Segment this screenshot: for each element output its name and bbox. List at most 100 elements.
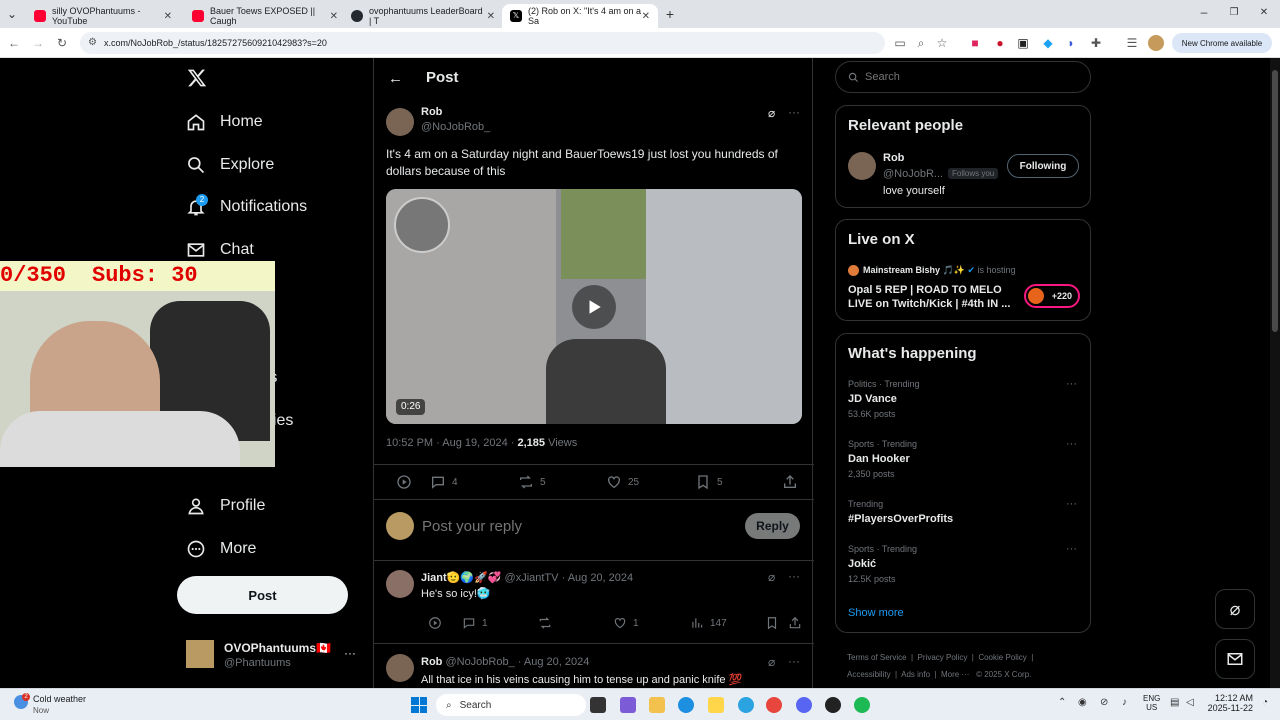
task-view-icon[interactable] [590, 697, 606, 713]
views-action[interactable]: 147 [690, 616, 727, 630]
back-arrow-icon[interactable]: ← [388, 70, 403, 87]
author-avatar[interactable] [386, 108, 414, 136]
browser-tab[interactable]: Bauer Toews EXPOSED || Caugh ✕ [184, 4, 346, 28]
tray-app-icon[interactable]: ◉ [1078, 697, 1087, 708]
nav-profile[interactable]: Profile [186, 491, 265, 521]
new-tab-icon[interactable]: + [662, 6, 678, 22]
file-explorer-icon[interactable] [649, 697, 665, 713]
trend-item[interactable]: Sports · Trending Jokić 12.5K posts ··· [836, 539, 1090, 597]
reply-author-avatar[interactable] [386, 654, 414, 682]
close-icon[interactable]: ✕ [487, 11, 495, 22]
reply-date[interactable]: Aug 20, 2024 [524, 656, 589, 668]
taskbar-search[interactable]: ⌕ Search [436, 694, 586, 716]
chrome-icon[interactable] [766, 697, 782, 713]
extensions-puzzle-icon[interactable]: ✚ [1088, 35, 1104, 51]
person-name[interactable]: Rob [883, 152, 904, 164]
grok-float-button[interactable]: ⌀ [1215, 589, 1255, 629]
reply-action[interactable]: 1 [462, 616, 488, 630]
show-more-link[interactable]: Show more [848, 607, 904, 619]
share-action[interactable] [782, 474, 804, 490]
address-bar[interactable]: ⚙ x.com/NoJobRob_/status/182572756092104… [80, 32, 885, 54]
repost-action[interactable]: 5 [518, 474, 546, 490]
reply-post[interactable]: Rob @NoJobRob_ · Aug 20, 2024 ⌀ ··· All … [374, 644, 814, 688]
trend-item[interactable]: Trending #PlayersOverProfits ··· [836, 494, 1090, 538]
like-action[interactable]: 1 [613, 616, 639, 630]
tray-app-icon[interactable]: ⊘ [1100, 697, 1108, 708]
new-chrome-available-button[interactable]: New Chrome available [1172, 33, 1272, 53]
maximize-icon[interactable]: ❐ [1226, 5, 1242, 21]
grok-icon[interactable]: ⌀ [768, 570, 775, 584]
trend-item[interactable]: Sports · Trending Dan Hooker 2,350 posts… [836, 434, 1090, 492]
play-action[interactable] [396, 474, 418, 490]
footer-link[interactable]: Cookie Policy [978, 653, 1026, 662]
weather-title[interactable]: Cold weather [33, 694, 86, 704]
browser-tab-active[interactable]: 𝕏 (2) Rob on X: "It's 4 am on a Sa ✕ [502, 4, 658, 28]
search-box[interactable] [835, 61, 1091, 93]
messages-float-button[interactable] [1215, 639, 1255, 679]
more-options-icon[interactable]: ··· [1066, 438, 1077, 450]
minimize-icon[interactable]: – [1196, 4, 1212, 20]
more-options-icon[interactable]: ··· [788, 654, 800, 668]
tab-search-chevron-icon[interactable]: ⌄ [4, 6, 20, 22]
notification-bell-icon[interactable]: ◔ [1262, 697, 1268, 708]
extension-icon[interactable]: ■ [967, 35, 983, 51]
telegram-icon[interactable] [738, 697, 754, 713]
share-action[interactable] [788, 616, 808, 630]
reply-button[interactable]: Reply [745, 513, 800, 539]
like-action[interactable]: 25 [606, 474, 639, 490]
more-options-icon[interactable]: ··· [1066, 543, 1077, 555]
forward-icon[interactable]: → [30, 35, 46, 51]
account-menu-icon[interactable]: ··· [344, 646, 356, 660]
play-button[interactable] [572, 285, 616, 329]
trend-item[interactable]: Politics · Trending JD Vance 53.6K posts… [836, 374, 1090, 432]
window-close-icon[interactable]: ✕ [1256, 5, 1272, 21]
cast-icon[interactable]: ▭ [892, 35, 908, 51]
language-indicator[interactable]: ENG US [1143, 694, 1160, 712]
reply-author-name[interactable]: Rob [421, 656, 442, 668]
close-icon[interactable]: ✕ [642, 11, 650, 22]
reply-date[interactable]: Aug 20, 2024 [568, 572, 633, 584]
profile-avatar-icon[interactable] [1148, 35, 1164, 51]
reply-post[interactable]: Jiant🫡🌍🚀💞 @xJiantTV · Aug 20, 2024 ⌀ ···… [374, 561, 814, 643]
close-icon[interactable]: ✕ [164, 11, 172, 22]
clock[interactable]: 12:12 AM 2025-11-22 [1205, 693, 1253, 713]
post-button[interactable]: Post [177, 576, 348, 614]
reply-author-handle[interactable]: @xJiantTV [505, 572, 559, 584]
reply-author-handle[interactable]: @NoJobRob_ [445, 656, 514, 668]
reply-action[interactable]: 4 [430, 474, 458, 490]
live-title[interactable]: Opal 5 REP | ROAD TO MELO LIVE on Twitch… [848, 283, 1020, 311]
reply-author-name[interactable]: Jiant🫡🌍🚀💞 [421, 572, 501, 584]
author-name[interactable]: Rob [421, 106, 442, 118]
following-button[interactable]: Following [1007, 154, 1079, 178]
page-scrollbar[interactable] [1270, 58, 1280, 688]
volume-icon[interactable]: ◁ [1186, 697, 1194, 708]
nav-explore[interactable]: Explore [186, 150, 274, 180]
reply-author-avatar[interactable] [386, 570, 414, 598]
obs-icon[interactable] [825, 697, 841, 713]
microphone-icon[interactable]: ♪ [1122, 697, 1127, 708]
browser-tab[interactable]: ovophantuums LeaderBoard | T ✕ [343, 4, 503, 28]
spotify-icon[interactable] [854, 697, 870, 713]
bookmark-action[interactable] [765, 616, 785, 630]
extension-icon[interactable]: ▣ [1015, 35, 1031, 51]
x-logo-icon[interactable] [187, 68, 207, 88]
more-options-icon[interactable]: ··· [1066, 498, 1077, 510]
account-avatar[interactable] [186, 640, 214, 668]
footer-link[interactable]: Ads info [901, 670, 930, 679]
close-icon[interactable]: ✕ [330, 11, 338, 22]
bookmark-star-icon[interactable]: ☆ [934, 35, 950, 51]
reading-list-icon[interactable]: ☰ [1124, 35, 1140, 51]
nav-home[interactable]: Home [186, 107, 263, 137]
bookmark-action[interactable]: 5 [695, 474, 723, 490]
scrollbar-thumb[interactable] [1272, 70, 1278, 332]
edge-icon[interactable] [678, 697, 694, 713]
host-avatar[interactable] [848, 265, 859, 276]
person-avatar[interactable] [848, 152, 876, 180]
repost-action[interactable] [538, 616, 558, 630]
extension-icon[interactable]: ◆ [1040, 35, 1056, 51]
person-handle[interactable]: @NoJobR... [883, 168, 943, 180]
discord-icon[interactable] [796, 697, 812, 713]
reply-input[interactable] [422, 514, 722, 538]
author-handle[interactable]: @NoJobRob_ [421, 121, 490, 133]
play-action[interactable] [428, 616, 448, 630]
